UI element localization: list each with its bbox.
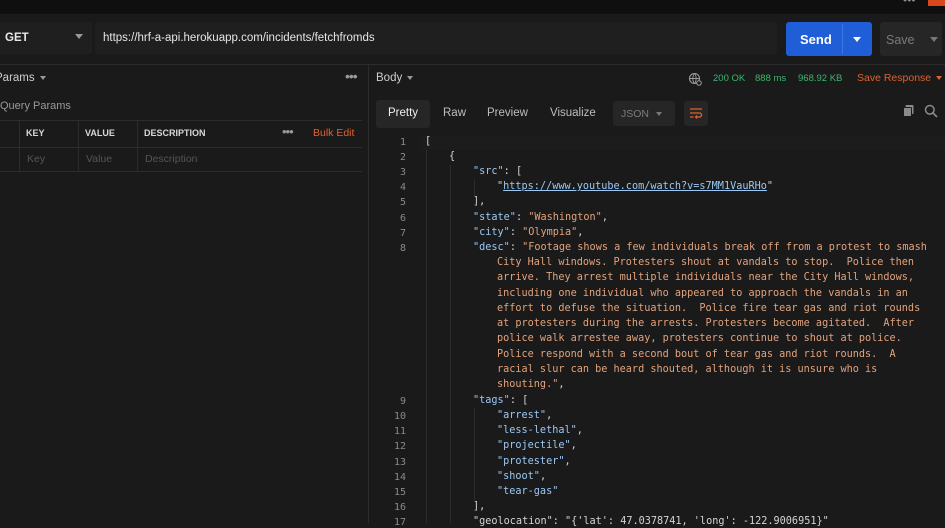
search-icon[interactable] — [924, 104, 938, 118]
globe-icon[interactable] — [688, 72, 702, 86]
column-header-value: VALUE — [85, 128, 115, 138]
more-icon[interactable]: ••• — [345, 68, 358, 84]
line-number: 3 — [399, 167, 406, 178]
window-action-button[interactable] — [928, 0, 945, 6]
src-url-link[interactable]: https://www.youtube.com/watch?v=s7MM1Vau… — [503, 181, 767, 192]
line-number: 8 — [399, 243, 406, 254]
copy-icon[interactable] — [902, 104, 916, 118]
code-line: ], — [473, 196, 486, 207]
desc-continuation: shouting.", — [497, 379, 565, 390]
status-code: 200 OK — [713, 73, 746, 84]
desc-continuation: effort to defuse the situation. Police f… — [497, 303, 921, 314]
indent-guide — [474, 408, 475, 500]
divider — [0, 64, 945, 65]
line-number: 16 — [393, 502, 406, 513]
code-line: "state": "Washington", — [473, 212, 608, 223]
tab-raw[interactable]: Raw — [443, 107, 466, 119]
desc-continuation: racial slur can be heard shouted, althou… — [497, 364, 878, 375]
wrap-lines-icon[interactable] — [689, 106, 703, 120]
query-params-heading: Query Params — [0, 100, 71, 112]
indent-guide — [426, 150, 427, 523]
send-divider — [842, 24, 843, 54]
tag-item: "arrest", — [497, 410, 553, 421]
send-label[interactable]: Send — [800, 32, 832, 47]
chevron-down-icon[interactable] — [656, 112, 662, 116]
desc-continuation: including one individual who appeared to… — [497, 288, 908, 299]
tab-pretty[interactable]: Pretty — [388, 107, 418, 119]
code-line: "city": "Olympia", — [473, 227, 584, 238]
column-header-key: KEY — [26, 128, 45, 138]
column-divider — [137, 120, 138, 171]
tag-item: "projectile", — [497, 440, 577, 451]
chevron-down-icon[interactable] — [40, 76, 46, 80]
value-input[interactable]: Value — [86, 153, 112, 165]
response-size: 968.92 KB — [798, 73, 843, 84]
line-number: 6 — [399, 213, 406, 224]
format-label[interactable]: JSON — [621, 108, 649, 120]
method-label: GET — [5, 32, 29, 44]
tag-item: "shoot", — [497, 471, 547, 482]
code-line: "src": [ — [473, 166, 523, 177]
key-input[interactable]: Key — [27, 153, 45, 165]
chevron-down-icon[interactable] — [407, 76, 413, 80]
desc-value: "Footage shows a few individuals break o… — [522, 242, 927, 253]
column-divider — [19, 120, 20, 171]
code-line-partial: "geolocation": "{'lat': 47.0378741, 'lon… — [473, 516, 829, 527]
line-number: 14 — [393, 472, 406, 483]
chevron-down-icon — [75, 34, 83, 39]
bulk-edit-link[interactable]: Bulk Edit — [313, 127, 354, 139]
tag-item: "protester", — [497, 456, 571, 467]
desc-continuation: arrive. They arrest multiple individuals… — [497, 272, 915, 283]
indent-guide — [474, 180, 475, 196]
desc-continuation: Police respond with a second bout of tea… — [497, 349, 896, 360]
desc-continuation: at protesters during the arrests. Protes… — [497, 318, 915, 329]
description-input[interactable]: Description — [145, 153, 198, 165]
code-line: "https://www.youtube.com/watch?v=s7MM1Va… — [497, 181, 774, 192]
line-number: 5 — [399, 197, 406, 208]
line-number: 4 — [399, 182, 406, 193]
save-options-chevron-icon[interactable] — [930, 37, 938, 42]
response-time: 888 ms — [755, 73, 787, 84]
body-tab[interactable]: Body — [376, 72, 402, 84]
params-tab[interactable]: Params — [0, 72, 35, 84]
tag-item: "less-lethal", — [497, 425, 583, 436]
line-number: 12 — [393, 441, 406, 452]
more-icon[interactable]: ••• — [903, 0, 916, 7]
code-line: [ — [425, 136, 432, 147]
line-number: 13 — [393, 457, 406, 468]
line-number: 15 — [393, 487, 406, 498]
tab-preview[interactable]: Preview — [487, 107, 528, 119]
save-label[interactable]: Save — [886, 33, 915, 47]
line-number: 9 — [399, 396, 406, 407]
line-number: 7 — [399, 228, 406, 239]
indent-guide — [450, 165, 451, 523]
code-line: "tags": [ — [473, 395, 529, 406]
state-value: "Washington" — [528, 212, 602, 223]
line-number: 11 — [393, 426, 406, 437]
column-divider — [78, 120, 79, 171]
tab-visualize[interactable]: Visualize — [550, 107, 596, 119]
more-icon[interactable]: ••• — [282, 124, 294, 139]
line-number: 1 — [399, 137, 406, 148]
city-value: "Olympia" — [522, 227, 578, 238]
tag-item: "tear-gas" — [497, 486, 559, 497]
desc-continuation: City Hall windows. Protesters shout at v… — [497, 257, 915, 268]
code-line: ], — [473, 501, 486, 512]
title-bar — [0, 0, 945, 14]
column-header-description: DESCRIPTION — [144, 128, 206, 138]
active-line-highlight — [420, 135, 945, 150]
save-response-button[interactable]: Save Response — [857, 72, 931, 84]
url-text[interactable]: https://hrf-a-api.herokuapp.com/incident… — [103, 32, 375, 44]
line-number: 2 — [399, 152, 406, 163]
desc-continuation: police walk arrestee away, protesters co… — [497, 333, 902, 344]
chevron-down-icon[interactable] — [936, 76, 942, 80]
line-number: 10 — [393, 411, 406, 422]
code-line: { — [449, 151, 456, 162]
code-line: "desc": "Footage shows a few individuals… — [473, 242, 927, 253]
send-options-chevron-icon[interactable] — [853, 37, 861, 42]
